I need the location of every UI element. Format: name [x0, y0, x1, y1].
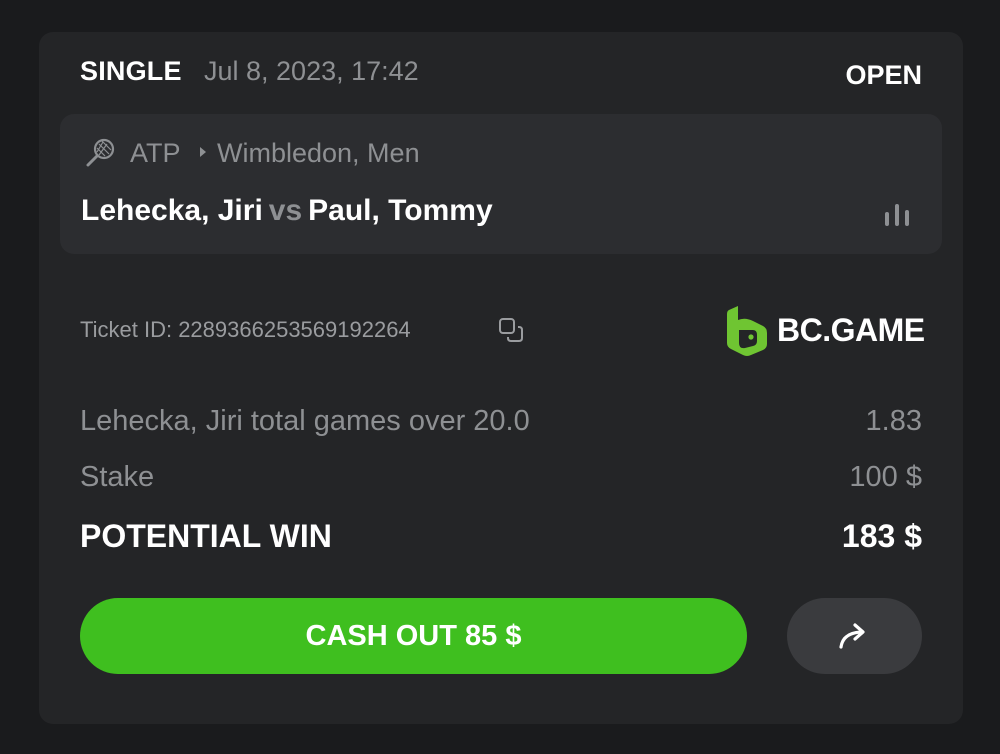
event-panel[interactable]: ATP Wimbledon, Men Lehecka, Jiri vs Paul, …	[60, 114, 942, 254]
vs-label: vs	[268, 194, 303, 227]
selection-label: Lehecka, Jiri total games over 20.0	[80, 405, 530, 437]
share-button[interactable]	[787, 598, 922, 674]
bet-status-badge: OPEN	[845, 60, 922, 90]
ticket-id: Ticket ID: 2289366253569192264	[80, 317, 411, 342]
bet-date: Jul 8, 2023, 17:42	[204, 56, 419, 86]
potential-win-label: POTENTIAL WIN	[80, 518, 332, 554]
brand-name: BC.GAME	[777, 312, 925, 348]
breadcrumb-separator-icon	[200, 147, 206, 157]
match-title: Lehecka, Jiri vs Paul, Tommy	[81, 194, 493, 228]
bet-type-label: SINGLE	[80, 56, 182, 86]
away-player: Paul, Tommy	[308, 194, 493, 227]
bar-chart-icon[interactable]	[882, 202, 912, 228]
stake-value: 100 $	[849, 461, 922, 493]
bet-header: SINGLE Jul 8, 2023, 17:42 OPEN	[39, 32, 963, 112]
copy-icon[interactable]	[497, 316, 525, 344]
breadcrumb-league[interactable]: ATP	[130, 138, 181, 169]
potential-win-value: 183 $	[841, 518, 922, 554]
stake-label: Stake	[80, 461, 155, 493]
share-arrow-icon	[838, 623, 865, 649]
brand-logo: BC.GAME	[725, 304, 925, 356]
home-player: Lehecka, Jiri	[81, 194, 263, 227]
tennis-racket-icon	[86, 138, 115, 167]
bet-card: SINGLE Jul 8, 2023, 17:42 OPEN ATP Wimbl…	[39, 32, 963, 724]
selection-odds: 1.83	[865, 405, 922, 437]
cash-out-button[interactable]: CASH OUT 85 $	[80, 598, 747, 674]
breadcrumb-tournament[interactable]: Wimbledon, Men	[217, 138, 420, 169]
bc-game-logo-icon	[727, 306, 767, 356]
